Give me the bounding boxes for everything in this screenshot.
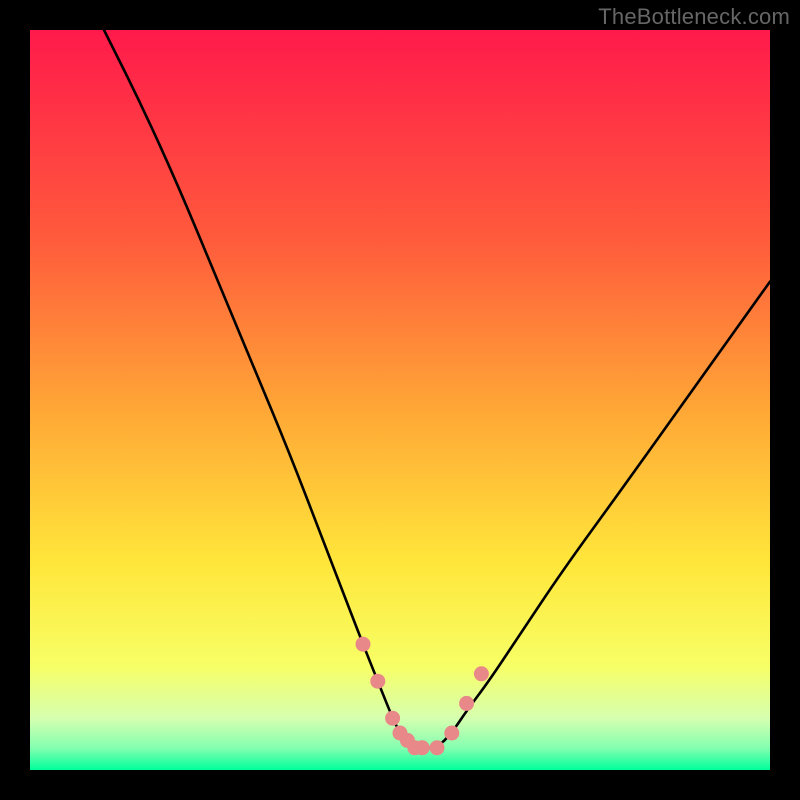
- watermark-text: TheBottleneck.com: [598, 4, 790, 30]
- chart-frame: TheBottleneck.com: [0, 0, 800, 800]
- plot-area: [30, 30, 770, 770]
- highlight-dot: [356, 637, 371, 652]
- highlight-dot: [370, 674, 385, 689]
- highlight-dot: [474, 666, 489, 681]
- highlight-dot: [444, 726, 459, 741]
- highlight-dot: [430, 740, 445, 755]
- highlight-dot: [385, 711, 400, 726]
- highlight-dot: [415, 740, 430, 755]
- gradient-background: [30, 30, 770, 770]
- highlight-dot: [459, 696, 474, 711]
- chart-svg: [30, 30, 770, 770]
